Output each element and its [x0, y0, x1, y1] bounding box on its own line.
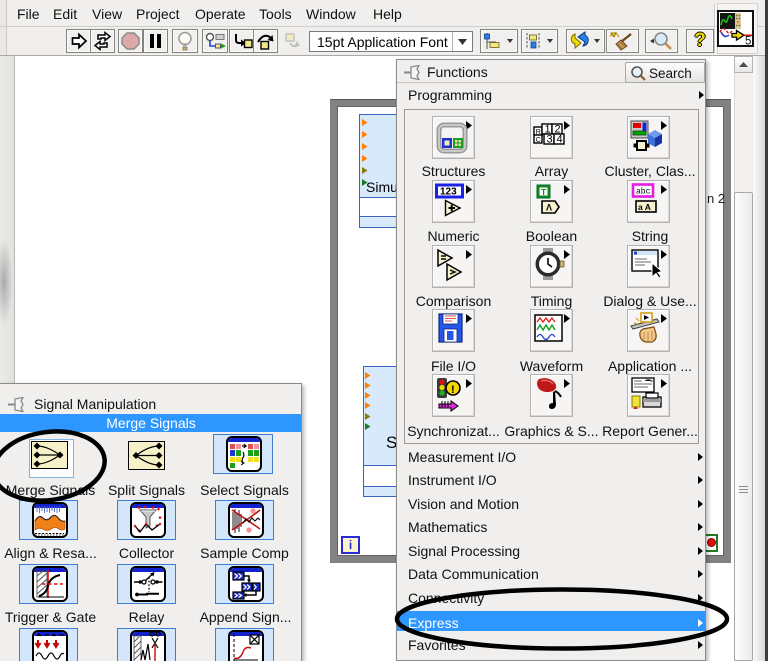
svg-text:4: 4	[557, 134, 563, 146]
svg-text:123: 123	[440, 187, 457, 198]
svg-text:Λ: Λ	[546, 203, 552, 213]
svg-text:C: C	[536, 137, 541, 144]
svg-text:abc: abc	[636, 188, 651, 197]
svg-text:3: 3	[547, 134, 553, 146]
svg-text:!: !	[451, 384, 455, 396]
svg-text:5: 5	[745, 36, 751, 46]
svg-text:a A: a A	[638, 202, 651, 212]
svg-text:R: R	[536, 129, 541, 136]
svg-text:T: T	[541, 187, 547, 197]
